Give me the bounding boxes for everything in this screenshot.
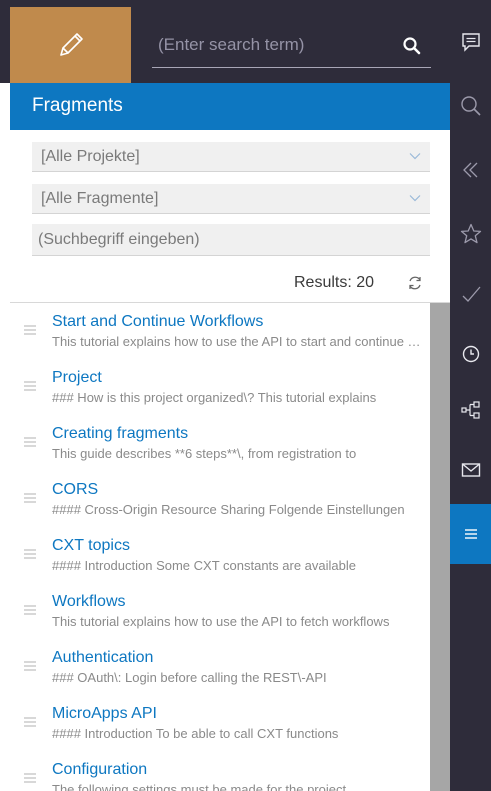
list-item[interactable]: Creating fragments This guide describes … [10,421,430,477]
list-item-description: The following settings must be made for … [52,782,347,791]
fragment-search-input[interactable] [32,224,430,256]
panel-title: Fragments [32,95,123,116]
list-item-description: ### How is this project organized\? This… [52,390,377,405]
list-icon [24,381,36,391]
list-item[interactable]: Workflows This tutorial explains how to … [10,589,430,645]
list-item[interactable]: Authentication ### OAuth\: Login before … [10,645,430,701]
list-item-title: Configuration [52,761,148,778]
list-icon [24,437,36,447]
results-count: Results: 20 [294,274,375,291]
fragment-select[interactable]: [Alle Fragmente] [32,184,430,214]
list-item-title: Start and Continue Workflows [52,313,264,330]
list-icon [24,717,36,727]
list-item-title: MicroApps API [52,705,157,722]
list-item-title: Project [52,369,102,386]
list-icon [24,661,36,671]
list-item-description: This tutorial explains how to use the AP… [52,614,390,629]
list-item[interactable]: MicroApps API #### Introduction To be ab… [10,701,430,757]
rail-search[interactable] [450,76,491,136]
edit-button[interactable] [10,7,131,83]
list-item-description: #### Introduction Some CXT constants are… [52,558,356,573]
sitemap-icon [460,401,480,419]
star-icon [460,223,481,244]
rail-collapse[interactable] [450,140,491,200]
chevron-down-icon [409,153,421,160]
rail-mail[interactable] [450,440,491,500]
list-item-description: This guide describes **6 steps**\, from … [52,446,357,461]
fragment-select-value: [Alle Fragmente] [41,190,159,207]
rail-tasks[interactable] [450,264,491,324]
search-icon[interactable] [400,34,424,58]
rail-fragments[interactable] [450,504,491,564]
list-item-description: ### OAuth\: Login before calling the RES… [52,670,327,685]
list-item-description: #### Cross-Origin Resource Sharing Folge… [52,502,405,517]
list-item[interactable]: Configuration The following settings mus… [10,757,430,791]
list-item[interactable]: CORS #### Cross-Origin Resource Sharing … [10,477,430,533]
clock-icon [462,345,479,363]
list-item-title: Workflows [52,593,126,610]
list-item-title: CORS [52,481,99,498]
list-icon [24,325,36,335]
list-item-description: #### Introduction To be able to call CXT… [52,726,339,741]
list-item[interactable]: Start and Continue Workflows This tutori… [10,309,430,365]
panel-header: Fragments [10,83,450,130]
search-icon [460,96,481,116]
global-search [152,24,431,68]
side-rail [450,0,491,791]
rail-history[interactable] [450,324,491,384]
project-select-value: [Alle Projekte] [41,148,140,165]
list-icon [464,529,477,539]
rail-structure[interactable] [450,380,491,440]
chevron-down-icon [409,195,421,202]
fragments-panel: [Alle Projekte] [Alle Fragmente] Results… [10,130,450,791]
list-item-title: Authentication [52,649,154,666]
pencil-icon [59,33,83,56]
list-item-title: Creating fragments [52,425,189,442]
list-item-title: CXT topics [52,537,130,554]
list-icon [24,773,36,783]
list-scrollbar[interactable] [430,303,450,791]
list-icon [24,549,36,559]
project-select[interactable]: [Alle Projekte] [32,142,430,172]
list-item[interactable]: CXT topics #### Introduction Some CXT co… [10,533,430,589]
list-item-description: This tutorial explains how to use the AP… [52,334,428,349]
top-bar [0,0,450,83]
list-icon [24,493,36,503]
refresh-icon[interactable] [406,274,424,292]
collapse-icon [462,162,477,178]
list-item[interactable]: Project ### How is this project organize… [10,365,430,421]
rail-chat[interactable] [450,12,491,72]
check-icon [462,286,480,302]
fragment-list: Start and Continue Workflows This tutori… [10,303,450,791]
rail-favorites[interactable] [450,204,491,264]
list-icon [24,605,36,615]
mail-icon [461,463,480,477]
global-search-input[interactable] [158,32,394,58]
chat-icon [461,33,480,52]
